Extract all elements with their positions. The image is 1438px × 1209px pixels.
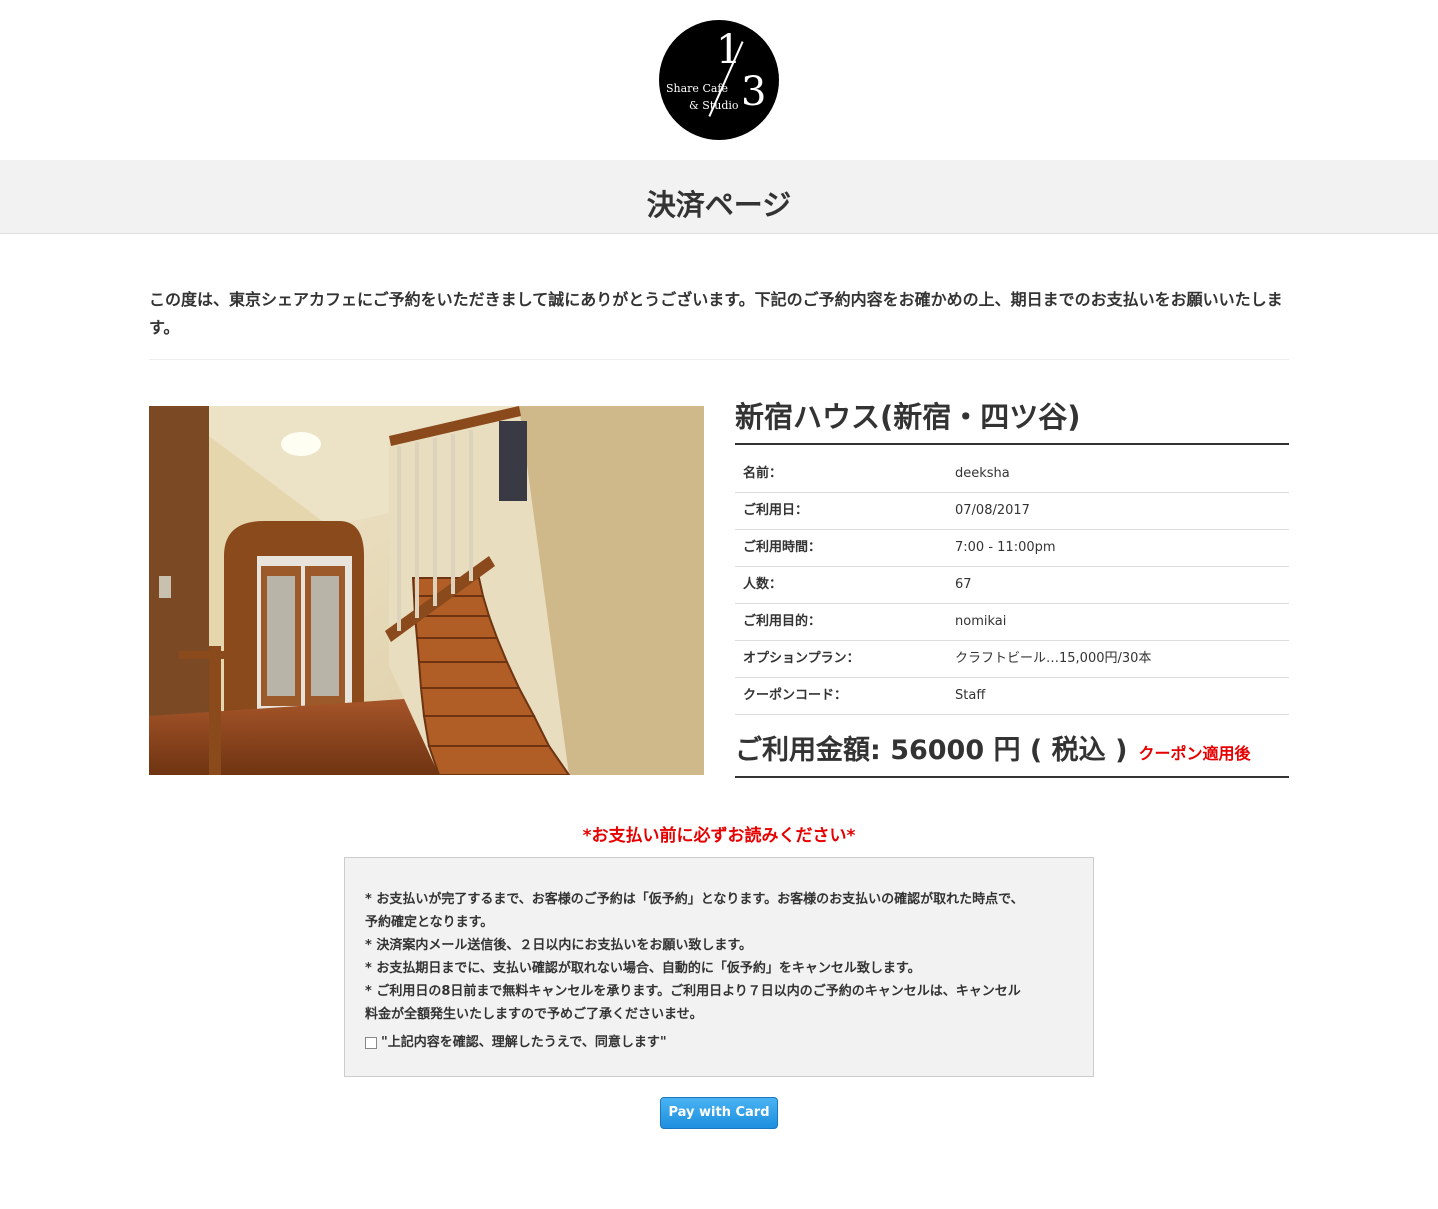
logo-denominator: 3: [741, 69, 767, 115]
row-label: クーポンコード：: [743, 688, 848, 703]
header: 1 3 Share Cafe & Studio: [0, 0, 1438, 160]
logo-text-line2: & Studio: [689, 99, 739, 112]
pay-with-card-button[interactable]: Pay with Card: [660, 1097, 778, 1129]
page-title: 決済ページ: [646, 188, 792, 222]
table-row: 人数： 67: [735, 566, 1289, 603]
row-label: ご利用日：: [743, 503, 809, 518]
row-value: 07/08/2017: [955, 503, 1030, 518]
logo-text-line1: Share Cafe: [666, 82, 728, 95]
table-row: ご利用時間： 7:00 - 11:00pm: [735, 529, 1289, 566]
table-row: ご利用目的： nomikai: [735, 603, 1289, 640]
row-label: オプションプラン：: [743, 651, 860, 666]
notice-line: * 決済案内メール送信後、２日以内にお支払いをお願い致します。: [365, 938, 753, 953]
row-value: 7:00 - 11:00pm: [955, 540, 1056, 555]
table-row: オプションプラン： クラフトビール…15,000円/30本: [735, 640, 1289, 677]
table-row: ご利用日： 07/08/2017: [735, 492, 1289, 529]
agree-checkbox[interactable]: [365, 1037, 377, 1049]
venue-name: 新宿ハウス(新宿・四ツ谷): [735, 400, 1081, 434]
venue-photo: [149, 406, 704, 775]
row-value: 67: [955, 577, 972, 592]
notice-line: * お支払期日までに、支払い確認が取れない場合、自動的に「仮予約」をキャンセル致…: [365, 961, 921, 976]
notice-line: 予約確定となります。: [365, 915, 494, 930]
row-value: nomikai: [955, 614, 1007, 629]
row-value: Staff: [955, 688, 986, 703]
coupon-applied-note: クーポン適用後: [1138, 744, 1251, 763]
row-value: deeksha: [955, 465, 1010, 481]
intro-text: この度は、東京シェアカフェにご予約をいただきまして誠にありがとうございます。下記…: [149, 290, 1283, 337]
row-value: クラフトビール…15,000円/30本: [955, 651, 1152, 666]
title-band: 決済ページ: [0, 160, 1438, 234]
total-rule: [735, 776, 1289, 778]
total-amount-text: ご利用金額: 56000 円 ( 税込 ): [735, 735, 1128, 766]
row-label: ご利用目的：: [743, 614, 822, 629]
venue-title-rule: [735, 443, 1289, 445]
booking-details-table: 名前： deeksha ご利用日： 07/08/2017 ご利用時間： 7:00…: [735, 455, 1289, 715]
row-label: ご利用時間：: [743, 540, 822, 555]
notice-box: * お支払いが完了するまで、お客様のご予約は「仮予約」となります。お客様のお支払…: [344, 857, 1094, 1077]
divider: [149, 359, 1289, 360]
notice-line: * お支払いが完了するまで、お客様のご予約は「仮予約」となります。お客様のお支払…: [365, 892, 1024, 907]
row-label: 名前：: [743, 465, 783, 481]
agree-checkbox-row[interactable]: "上記内容を確認、理解したうえで、同意します": [365, 1034, 667, 1052]
notice-line: * ご利用日の8日前まで無料キャンセルを承ります。ご利用日より７日以内のご予約の…: [365, 984, 1021, 999]
table-row: クーポンコード： Staff: [735, 677, 1289, 714]
notice-heading: *お支払い前に必ずお読みください*: [582, 826, 856, 846]
notice-line: 料金が全額発生いたしますので予めご了承くださいませ。: [365, 1007, 703, 1022]
table-row: 名前： deeksha: [735, 455, 1289, 492]
agree-label: "上記内容を確認、理解したうえで、同意します": [381, 1035, 667, 1050]
row-label: 人数：: [743, 577, 783, 592]
logo[interactable]: 1 3 Share Cafe & Studio: [659, 20, 779, 140]
total-amount: ご利用金額: 56000 円 ( 税込 ) クーポン適用後: [735, 731, 1289, 774]
